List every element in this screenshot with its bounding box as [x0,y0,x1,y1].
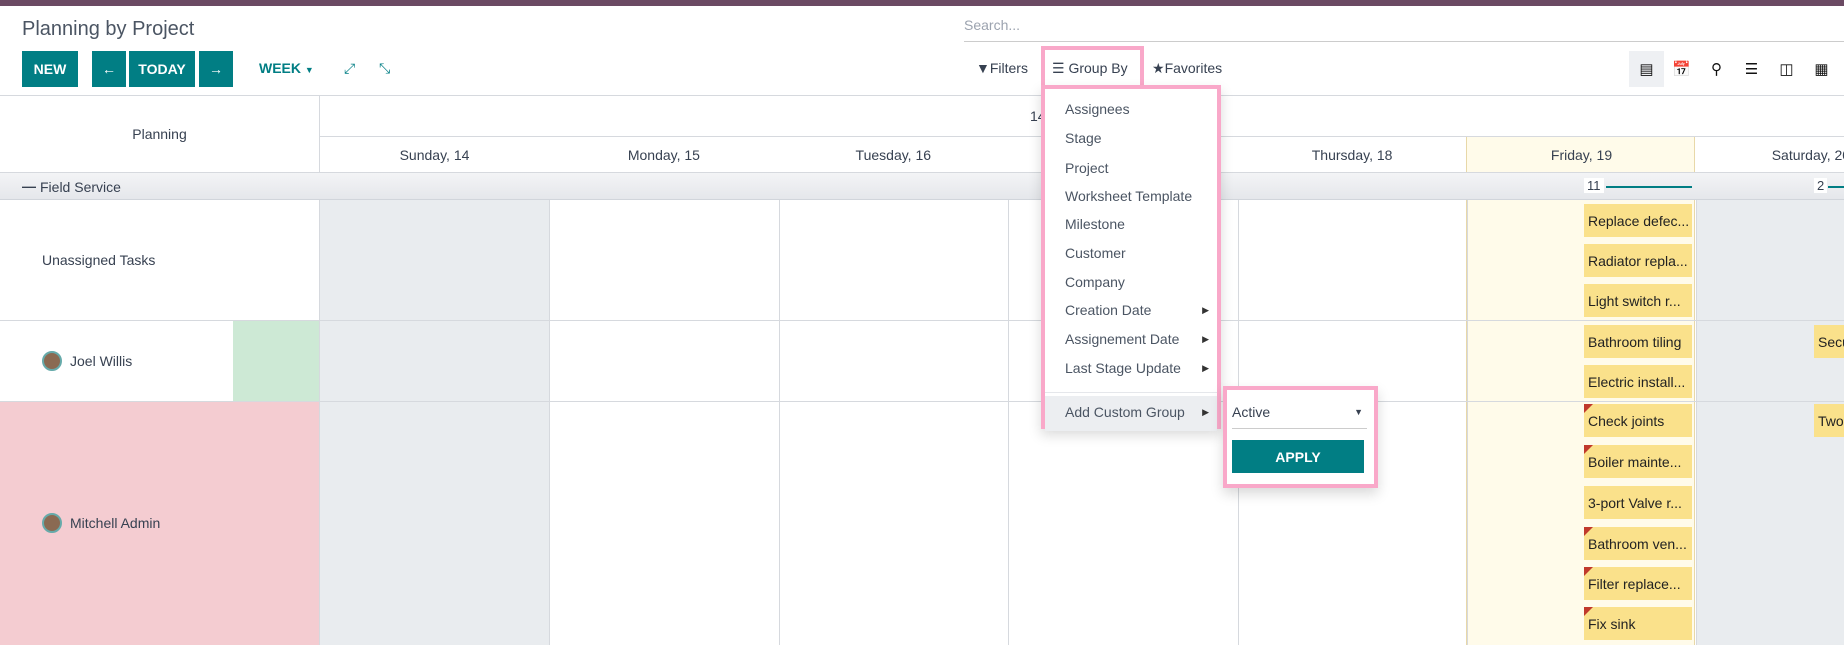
group-row-field-service[interactable]: — Field Service [0,173,1844,200]
caret-down-icon: ▼ [1354,407,1363,417]
gantt-icon[interactable]: ▤ [1629,51,1664,87]
row-joel-willis: Joel Willis [0,320,319,401]
calendar-icon[interactable]: 📅 [1664,51,1699,87]
collapse-group-icon: — [22,178,36,194]
scale-dropdown[interactable]: WEEK ▼ [259,60,314,76]
task-pill[interactable]: 3-port Valve r... [1584,486,1692,519]
task-pill[interactable]: Two [1814,404,1844,437]
caret-right-icon: ▶ [1202,363,1209,373]
menu-item[interactable]: Company [1065,274,1125,290]
previous-button[interactable]: ← [92,51,126,87]
search-input[interactable]: Search... [964,16,1844,42]
menu-divider [1045,392,1217,393]
custom-group-panel: Active ▼ APPLY [1223,386,1378,488]
row-mitchell-admin: Mitchell Admin [0,401,319,645]
map-pin-icon[interactable]: ⚲ [1699,51,1734,87]
task-pill[interactable]: Light switch r... [1584,284,1692,317]
day-header: Tuesday, 16 [855,146,932,163]
pivot-icon[interactable]: ▦ [1804,51,1839,87]
task-pill[interactable]: Bathroom tiling [1584,325,1692,358]
arrow-right-icon: → [209,61,223,77]
filters-label: Filters [989,60,1028,76]
day-header: Monday, 15 [627,146,700,163]
count-bar [1828,186,1844,188]
list-icon[interactable]: ☰ [1734,51,1769,87]
group-label: Field Service [40,179,121,195]
menu-item[interactable]: Last Stage Update [1065,360,1181,376]
caret-right-icon: ▶ [1202,305,1209,315]
page-title: Planning by Project [22,18,195,40]
day-header: Friday, 19 [1550,146,1613,163]
scale-label: WEEK [259,60,301,76]
task-pill[interactable]: Fix sink [1584,607,1692,640]
menu-item[interactable]: Assignement Date [1065,331,1179,347]
task-pill[interactable]: Check joints [1584,404,1692,437]
add-custom-group-label: Add Custom Group [1065,404,1185,420]
row-label: Joel Willis [70,352,133,369]
collapse-icon[interactable]: ⤡ [379,60,390,77]
task-pill[interactable]: Boiler mainte... [1584,445,1692,478]
next-button[interactable]: → [199,51,233,87]
arrow-left-icon: ← [102,61,116,77]
task-pill[interactable]: Replace defec... [1584,204,1692,237]
count-bar [1606,186,1692,188]
weekend-column [320,200,549,645]
day-header: Thursday, 18 [1311,146,1393,163]
caret-down-icon: ▼ [304,65,314,75]
favorites-label: Favorites [1164,60,1223,76]
custom-group-select[interactable]: Active ▼ [1232,404,1367,429]
top-bar [0,0,1844,6]
filters-button[interactable]: ▼Filters [976,60,1028,76]
menu-item[interactable]: Creation Date [1065,302,1151,318]
search-placeholder: Search... [964,17,1021,33]
select-value: Active [1232,404,1271,420]
today-button[interactable]: TODAY [129,51,195,87]
group-by-menu: Add Custom Group ▶ Assignees Stage Project… [1041,85,1221,431]
day-header: Saturday, 20 [1771,146,1844,163]
row-label: Mitchell Admin [70,515,161,531]
planning-header: Planning [132,125,187,142]
favorites-button[interactable]: ★Favorites [1152,60,1222,77]
menu-item[interactable]: Milestone [1065,216,1125,232]
task-pill[interactable]: Radiator repla... [1584,244,1692,277]
view-switcher: ▤ 📅 ⚲ ☰ ◫ ▦ [1629,51,1839,87]
expand-icon[interactable]: ⤢ [344,60,355,77]
avatar [42,513,62,533]
apply-button[interactable]: APPLY [1232,440,1364,473]
row-label: Unassigned Tasks [42,252,156,268]
new-button[interactable]: NEW [22,51,78,87]
caret-right-icon: ▶ [1202,407,1209,417]
day-header: Sunday, 14 [399,146,470,163]
task-pill[interactable]: Filter replace... [1584,567,1692,600]
avatar [42,350,62,371]
menu-item[interactable]: Worksheet Template [1065,188,1192,204]
caret-right-icon: ▶ [1202,334,1209,344]
star-icon: ★ [1152,60,1165,76]
menu-item[interactable]: Project [1065,160,1109,176]
task-pill[interactable]: Bathroom ven... [1584,527,1692,560]
kanban-icon[interactable]: ◫ [1769,51,1804,87]
task-count: 11 [1584,178,1604,193]
menu-item[interactable]: Customer [1065,245,1126,261]
task-pill[interactable]: Electric install... [1584,365,1692,398]
filter-icon: ▼ [976,60,990,76]
task-pill[interactable]: Secu [1814,325,1844,358]
menu-item[interactable]: Stage [1065,130,1102,146]
menu-item[interactable]: Assignees [1065,101,1130,117]
row-unassigned: Unassigned Tasks [0,200,319,320]
task-count: 2 [1814,178,1828,193]
